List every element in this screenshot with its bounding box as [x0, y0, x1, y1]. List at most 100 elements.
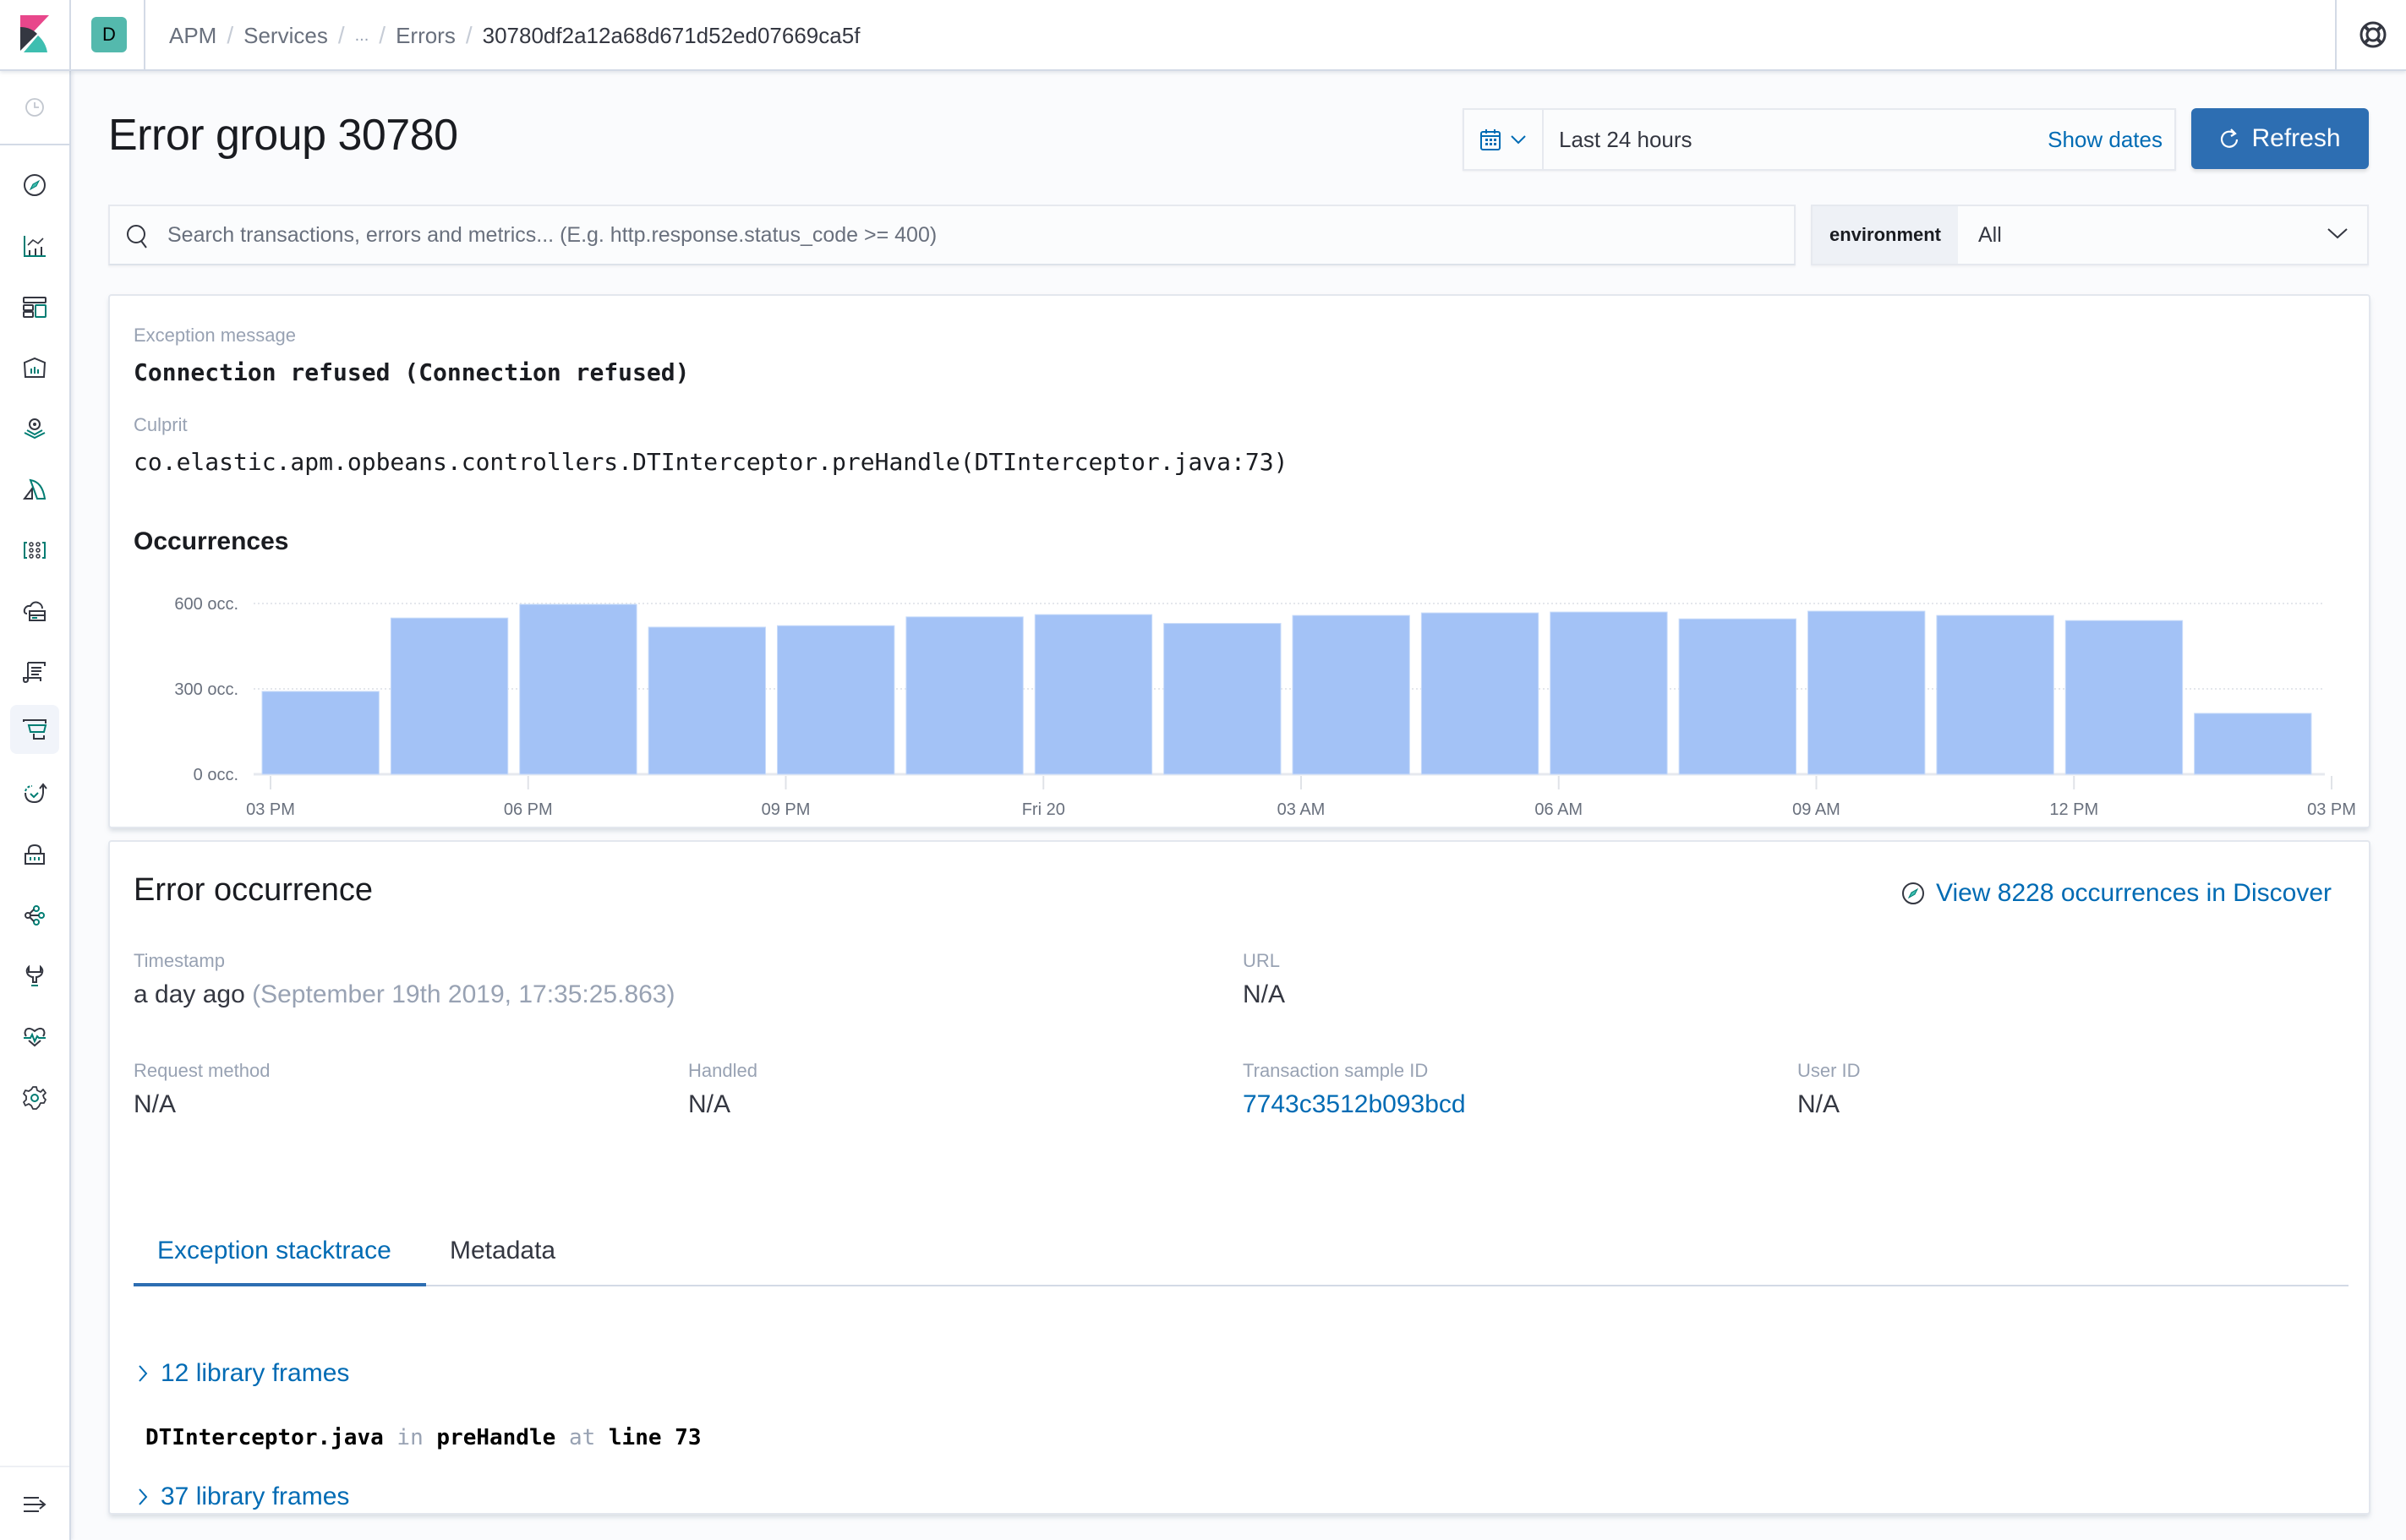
side-nav [0, 71, 71, 1540]
graph-icon [25, 905, 45, 926]
x-tick-label: 03 AM [1277, 800, 1326, 819]
nav-metrics[interactable] [10, 587, 59, 636]
occurrence-tabs: Exception stacktrace Metadata [134, 1227, 2349, 1286]
maps-icon [24, 418, 46, 440]
compass-icon [24, 174, 46, 196]
nav-uptime[interactable] [10, 769, 59, 818]
occurrences-chart: 03 PM 06 PM 09 PM Fri 20 03 AM 06 AM 09 AM 12 P… [174, 595, 2356, 819]
occurrence-bar [1550, 611, 1668, 775]
nav-monitoring[interactable] [10, 1013, 59, 1062]
x-tick-label: 06 AM [1534, 800, 1583, 819]
page-title: Error group 30780 [108, 111, 458, 160]
nav-maps[interactable] [10, 404, 59, 453]
nav-siem[interactable] [10, 830, 59, 879]
nav-management[interactable] [10, 1073, 59, 1122]
breadcrumb-errors[interactable]: Errors [396, 23, 456, 49]
library-frames-toggle-bottom[interactable]: 37 library frames [137, 1483, 349, 1511]
nav-logs[interactable] [10, 647, 59, 696]
handled-value: N/A [688, 1090, 731, 1118]
handled-label: Handled [688, 1060, 757, 1081]
error-summary-panel: Exception message Connection refused (Co… [108, 294, 2370, 828]
nav-graph[interactable] [10, 891, 59, 940]
library-frames-label: 12 library frames [161, 1359, 350, 1387]
nav-collapse-button[interactable] [0, 1466, 69, 1540]
metrics-icon [23, 601, 46, 621]
breadcrumb-separator: / [379, 22, 386, 48]
library-frames-toggle-top[interactable]: 12 library frames [137, 1359, 349, 1388]
gear-icon [23, 1086, 46, 1110]
culprit-label: Culprit [134, 414, 188, 435]
quick-select-button[interactable] [1464, 110, 1544, 169]
nav-discover[interactable] [10, 161, 59, 210]
transaction-sample-id-label: Transaction sample ID [1243, 1060, 1429, 1081]
exception-message: Connection refused (Connection refused) [134, 358, 690, 386]
infrastructure-icon [24, 542, 46, 559]
refresh-button[interactable]: Refresh [2191, 108, 2369, 169]
nav-visualize[interactable] [10, 221, 59, 270]
kibana-logo-button[interactable] [0, 0, 71, 71]
frame-function: preHandle [436, 1425, 556, 1450]
timestamp-absolute: (September 19th 2019, 17:35:25.863) [252, 980, 675, 1008]
clock-icon [10, 83, 59, 132]
occurrence-bar [519, 603, 637, 775]
breadcrumb-services[interactable]: Services [243, 23, 328, 49]
environment-select[interactable]: environment All [1811, 205, 2369, 265]
occurrence-bar [390, 617, 509, 775]
view-in-discover-link[interactable]: View 8228 occurrences in Discover [1900, 879, 2332, 908]
breadcrumb-separator: / [465, 22, 473, 48]
uptime-icon [25, 783, 47, 804]
show-dates-button[interactable]: Show dates [2048, 110, 2163, 169]
occurrence-bar [1292, 614, 1410, 775]
occurrence-bar [648, 626, 766, 775]
nav-infrastructure[interactable] [10, 526, 59, 575]
top-header: D APM / Services / ... / Errors / 30780d… [0, 0, 2406, 71]
frame-in-keyword: in [396, 1425, 424, 1450]
nav-recently-viewed[interactable] [0, 71, 69, 145]
chevron-right-icon [139, 1488, 148, 1505]
timestamp-relative: a day ago [134, 980, 245, 1008]
calendar-icon [1480, 129, 1501, 150]
environment-value[interactable]: All [1978, 206, 2002, 264]
compass-icon [1901, 882, 1924, 904]
space-avatar[interactable]: D [91, 17, 127, 52]
y-tick-label: 0 occ. [194, 766, 238, 784]
nav-dashboard[interactable] [10, 282, 59, 331]
view-in-discover-label: View 8228 occurrences in Discover [1935, 879, 2332, 907]
help-button[interactable] [2335, 0, 2406, 71]
date-picker: Last 24 hours Show dates [1463, 108, 2176, 171]
help-lifebuoy-icon [2360, 21, 2387, 48]
request-method-value: N/A [134, 1090, 177, 1118]
occurrence-bar [1163, 623, 1282, 775]
culprit-value: co.elastic.apm.opbeans.controllers.DTInt… [134, 448, 1288, 476]
space-selector[interactable]: D [71, 0, 145, 71]
visualize-icon [24, 236, 46, 257]
x-tick-label: Fri 20 [1022, 800, 1065, 819]
user-id-label: User ID [1797, 1060, 1861, 1081]
breadcrumb-collapsed[interactable]: ... [355, 26, 369, 46]
search-input[interactable] [167, 206, 1774, 264]
error-occurrence-panel: Error occurrence View 8228 occurrences i… [108, 840, 2370, 1515]
occurrence-bar [1807, 610, 1926, 775]
tab-metadata[interactable]: Metadata [426, 1227, 579, 1286]
occurrence-bar [2064, 620, 2184, 775]
breadcrumb-apm[interactable]: APM [169, 23, 216, 49]
transaction-sample-id-link[interactable]: 7743c3512b093bcd [1243, 1090, 1466, 1119]
refresh-icon [2221, 128, 2239, 148]
monitoring-icon [24, 1027, 46, 1047]
tab-exception-stacktrace[interactable]: Exception stacktrace [134, 1227, 426, 1286]
breadcrumb-separator: / [337, 22, 345, 48]
kibana-logo-icon [20, 15, 49, 52]
nav-machine-learning[interactable] [10, 465, 59, 514]
request-method-label: Request method [134, 1060, 271, 1081]
nav-dev-tools[interactable] [10, 952, 59, 1001]
occurrence-bar [1420, 612, 1539, 775]
nav-apm[interactable] [10, 705, 59, 754]
menu-collapse-icon [24, 1497, 46, 1512]
chevron-down-icon [1511, 135, 1526, 145]
canvas-icon [23, 357, 46, 378]
nav-canvas[interactable] [10, 343, 59, 392]
logs-icon [23, 662, 46, 684]
date-range-label[interactable]: Last 24 hours [1559, 110, 1692, 169]
occurrence-bar [2194, 713, 2312, 775]
breadcrumb-separator: / [227, 22, 234, 48]
